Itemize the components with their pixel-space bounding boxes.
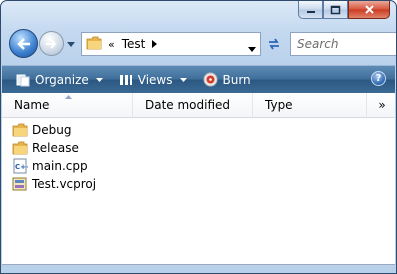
burn-button[interactable]: Burn: [197, 66, 257, 93]
breadcrumb-arrow-icon[interactable]: [152, 37, 158, 51]
file-name: main.cpp: [32, 159, 88, 173]
folder-icon: [86, 36, 102, 53]
organize-button[interactable]: Organize: [10, 66, 109, 93]
arrow-right-icon: [45, 38, 56, 49]
folder-icon: [12, 140, 28, 156]
vcproj-file-icon: [12, 176, 28, 192]
address-row: « Test Search: [9, 29, 396, 61]
refresh-button[interactable]: [262, 32, 286, 56]
organize-label: Organize: [35, 72, 89, 87]
burn-disc-icon: [203, 72, 217, 87]
chevron-down-icon: [179, 77, 187, 82]
minimize-button[interactable]: [298, 1, 323, 19]
organize-icon: [16, 74, 30, 86]
breadcrumb-current[interactable]: Test: [122, 37, 146, 51]
breadcrumb-overflow[interactable]: «: [108, 38, 115, 51]
search-placeholder: Search: [297, 37, 339, 51]
list-item[interactable]: C++ main.cpp: [12, 157, 96, 175]
chevron-down-icon: [248, 47, 256, 52]
more-columns-glyph: »: [378, 98, 386, 112]
file-name: Test.vcproj: [32, 177, 97, 191]
list-item[interactable]: Release: [12, 139, 96, 157]
svg-text:C++: C++: [15, 163, 28, 171]
more-columns-button[interactable]: »: [367, 93, 396, 117]
views-label: Views: [137, 72, 173, 87]
column-type-label: Type: [265, 98, 293, 112]
chevron-down-icon: [67, 41, 75, 47]
folder-icon: [12, 122, 28, 138]
recent-pages-dropdown[interactable]: [66, 39, 76, 49]
explorer-window: « Test Search Organize Views Burn ? Name…: [0, 0, 397, 274]
views-button[interactable]: Views: [113, 66, 193, 93]
file-name: Debug: [32, 123, 72, 137]
maximize-button[interactable]: [323, 1, 348, 19]
column-header-row: Name Date modified Type »: [2, 93, 395, 118]
list-item[interactable]: Test.vcproj: [12, 175, 96, 193]
column-header-name[interactable]: Name: [2, 93, 133, 117]
address-dropdown[interactable]: [248, 41, 256, 55]
views-icon: [119, 74, 132, 85]
column-name-label: Name: [14, 98, 50, 112]
minimize-icon: [306, 10, 315, 13]
caption-buttons: [298, 1, 390, 19]
refresh-icon: [269, 38, 279, 50]
file-name: Release: [32, 141, 79, 155]
forward-button[interactable]: [39, 31, 64, 56]
chevron-down-icon: [95, 77, 103, 82]
arrow-left-icon: [16, 37, 30, 50]
search-input[interactable]: Search: [290, 32, 396, 56]
help-button[interactable]: ?: [371, 71, 386, 86]
close-button[interactable]: [348, 1, 390, 19]
file-list-pane: Name Date modified Type » Debug Release …: [2, 93, 395, 265]
column-header-type[interactable]: Type: [253, 93, 367, 117]
column-header-date-modified[interactable]: Date modified: [133, 93, 253, 117]
cpp-file-icon: C++: [12, 158, 28, 174]
back-button[interactable]: [9, 29, 38, 58]
burn-label: Burn: [222, 72, 251, 87]
sort-ascending-icon: [65, 95, 72, 99]
list-item[interactable]: Debug: [12, 121, 96, 139]
address-bar[interactable]: « Test: [81, 32, 261, 56]
close-icon: [364, 5, 374, 14]
file-list: Debug Release C++ main.cpp Test.vcproj: [12, 121, 96, 193]
command-bar: Organize Views Burn ?: [2, 65, 395, 94]
maximize-icon: [330, 5, 341, 14]
column-date-label: Date modified: [145, 98, 231, 112]
